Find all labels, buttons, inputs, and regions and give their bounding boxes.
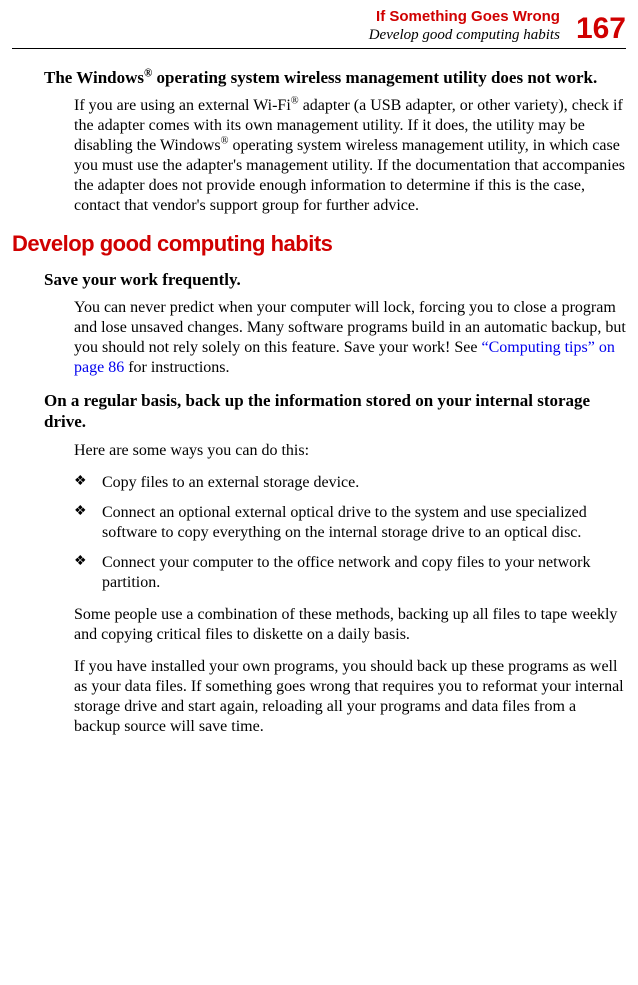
diamond-bullet-icon: ❖ bbox=[74, 473, 102, 493]
header-chapter-title: If Something Goes Wrong bbox=[369, 8, 560, 26]
backup-bullet-list: ❖ Copy files to an external storage devi… bbox=[74, 473, 626, 593]
topic-body-wireless: If you are using an external Wi-Fi® adap… bbox=[74, 96, 626, 216]
header-text-block: If Something Goes Wrong Develop good com… bbox=[369, 8, 560, 44]
body-save-work: You can never predict when your computer… bbox=[74, 298, 626, 378]
text: operating system wireless management uti… bbox=[152, 68, 597, 87]
list-item: ❖ Connect your computer to the office ne… bbox=[74, 553, 626, 593]
diamond-bullet-icon: ❖ bbox=[74, 553, 102, 593]
list-item-text: Copy files to an external storage device… bbox=[102, 473, 359, 493]
text: for instructions. bbox=[124, 359, 229, 376]
text: If you are using an external Wi-Fi bbox=[74, 97, 291, 114]
header-rule bbox=[12, 48, 626, 49]
subheading-save-work: Save your work frequently. bbox=[44, 269, 626, 290]
list-item: ❖ Copy files to an external storage devi… bbox=[74, 473, 626, 493]
body-backup-intro: Here are some ways you can do this: bbox=[74, 441, 626, 461]
list-item: ❖ Connect an optional external optical d… bbox=[74, 503, 626, 543]
registered-mark: ® bbox=[291, 96, 299, 107]
body-backup-programs: If you have installed your own programs,… bbox=[74, 657, 626, 737]
subheading-backup: On a regular basis, back up the informat… bbox=[44, 390, 626, 433]
registered-mark: ® bbox=[221, 136, 229, 147]
diamond-bullet-icon: ❖ bbox=[74, 503, 102, 543]
text: The Windows bbox=[44, 68, 144, 87]
section-heading-develop-habits: Develop good computing habits bbox=[12, 230, 626, 259]
page-number: 167 bbox=[576, 14, 626, 44]
list-item-text: Connect an optional external optical dri… bbox=[102, 503, 626, 543]
list-item-text: Connect your computer to the office netw… bbox=[102, 553, 626, 593]
topic-heading-wireless: The Windows® operating system wireless m… bbox=[44, 67, 626, 88]
body-backup-combination: Some people use a combination of these m… bbox=[74, 605, 626, 645]
page-header: If Something Goes Wrong Develop good com… bbox=[12, 8, 626, 44]
page: If Something Goes Wrong Develop good com… bbox=[0, 0, 638, 769]
header-section-subtitle: Develop good computing habits bbox=[369, 26, 560, 44]
